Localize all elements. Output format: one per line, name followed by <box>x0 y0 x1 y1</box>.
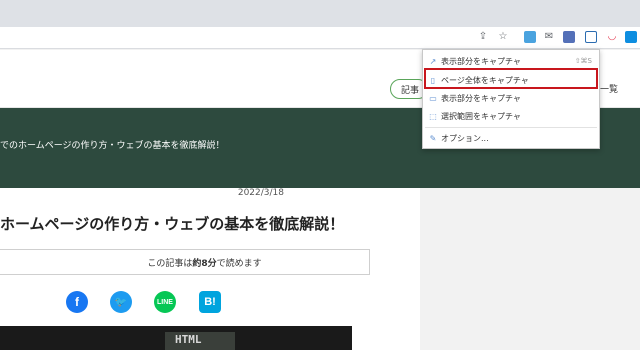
read-prefix: この記事は <box>147 258 193 269</box>
extension-blue-icon[interactable] <box>625 31 637 43</box>
extension-screen-icon[interactable] <box>563 31 575 43</box>
browser-tab-strip <box>0 0 640 27</box>
photo-text: HTML <box>175 333 202 346</box>
selection-icon: ⬚ <box>429 111 437 121</box>
menu-item-capture-selection[interactable]: ⬚ 選択範囲をキャプチャ <box>428 108 596 124</box>
menu-item-options[interactable]: ✎ オプション... <box>428 130 596 146</box>
menu-item-label: 選択範囲をキャプチャ <box>441 111 521 121</box>
capture-visible-icon: ↗ <box>429 56 437 66</box>
line-share-icon[interactable]: LINE <box>154 291 176 313</box>
mail-icon[interactable]: ✉ <box>542 30 556 44</box>
wrench-icon: ✎ <box>429 133 437 143</box>
reading-time-box: この記事は 約8分 で読めます <box>0 249 370 275</box>
visible-area-icon: ▭ <box>429 93 437 103</box>
menu-item-label: 表示部分をキャプチャ <box>441 93 521 103</box>
capture-menu: ↗ 表示部分をキャプチャ ⇧⌘S ▯ ページ全体をキャプチャ ▭ 表示部分をキャ… <box>422 49 600 149</box>
article-title: ホームページの作り方・ウェブの基本を徹底解説！ <box>0 215 345 233</box>
nav-pill-label: 記事 <box>401 85 420 96</box>
read-suffix: で読めます <box>216 258 262 269</box>
facebook-share-icon[interactable]: f <box>66 291 88 313</box>
menu-item-capture-visible[interactable]: ↗ 表示部分をキャプチャ ⇧⌘S <box>428 53 596 69</box>
bookmark-star-icon[interactable]: ☆ <box>496 30 510 44</box>
menu-item-capture-visible-2[interactable]: ▭ 表示部分をキャプチャ <box>428 90 596 106</box>
capture-extension-icon[interactable] <box>585 31 597 43</box>
highlight-box <box>424 68 598 89</box>
menu-divider <box>425 127 597 128</box>
hatena-share-icon[interactable]: B! <box>199 291 221 313</box>
menu-item-label: オプション... <box>441 133 489 143</box>
menu-item-shortcut: ⇧⌘S <box>574 57 592 65</box>
nav-item-list[interactable]: 一覧 <box>600 82 618 95</box>
extension-translate-icon[interactable] <box>524 31 536 43</box>
twitter-share-icon[interactable]: 🐦 <box>110 291 132 313</box>
menu-item-label: 表示部分をキャプチャ <box>441 56 521 66</box>
article-date: 2022/3/18 <box>237 188 284 198</box>
banner-title: でのホームページの作り方・ウェブの基本を徹底解説！ <box>0 141 225 151</box>
browser-toolbar: ⇪ ☆ ✉ ◡ <box>0 27 640 49</box>
pocket-icon[interactable]: ◡ <box>605 30 619 44</box>
read-time: 約8分 <box>192 258 217 269</box>
share-icon[interactable]: ⇪ <box>476 30 490 44</box>
